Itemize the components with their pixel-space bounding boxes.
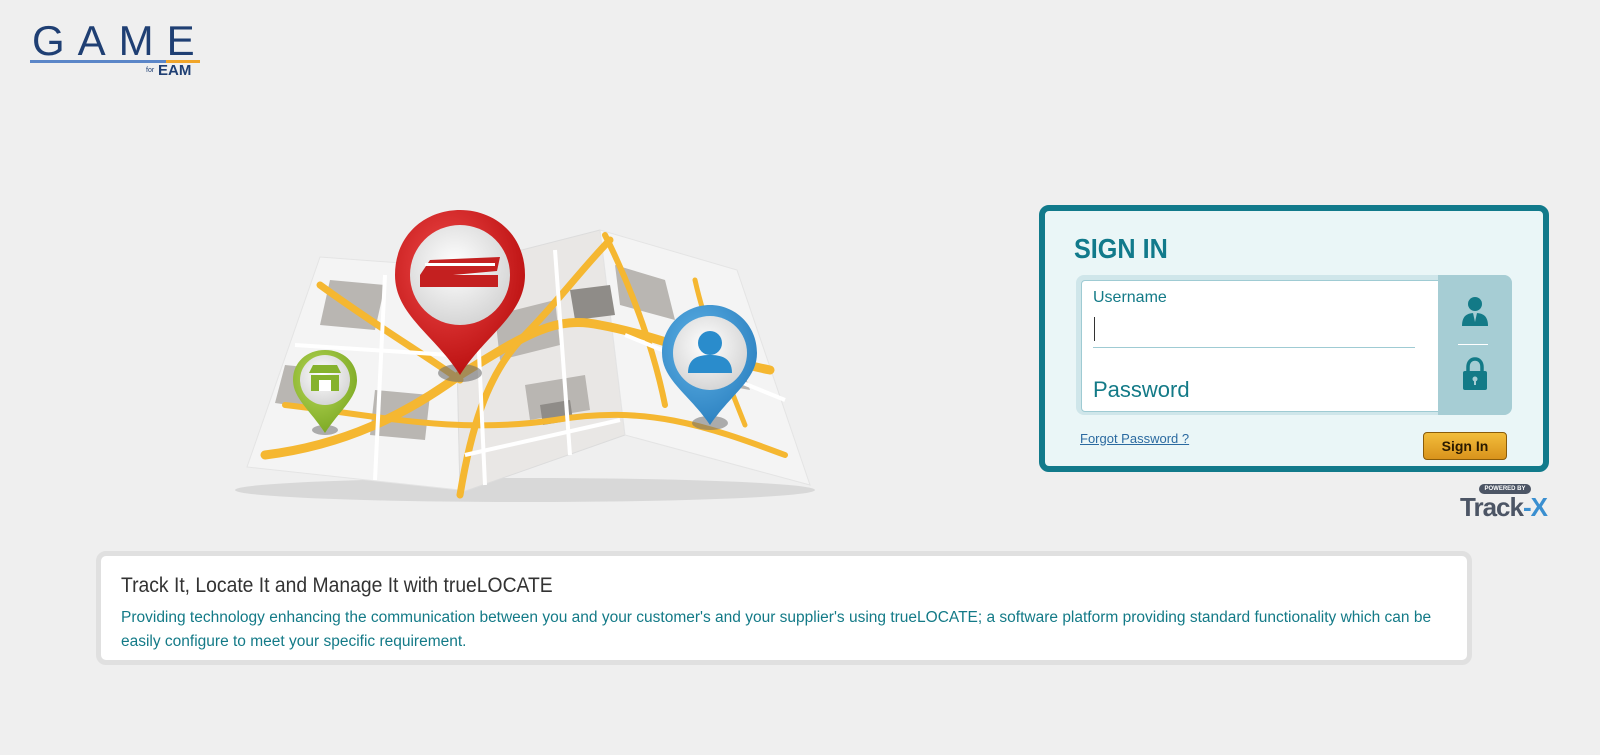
game-eam-logo: GAME for EAM [30,20,200,80]
field-icon-column [1438,275,1512,415]
info-title: Track It, Locate It and Manage It with t… [121,574,553,597]
powered-by-trackx: POWERED BY Track-X [1458,484,1550,524]
lock-icon [1463,357,1487,390]
info-text: Providing technology enhancing the commu… [121,609,1432,650]
logo-bar-blue [30,60,166,63]
trackx-x: -X [1522,492,1548,522]
forgot-password-link[interactable]: Forgot Password ? [1080,431,1189,446]
password-input[interactable]: Password [1093,377,1190,403]
text-caret [1094,317,1095,341]
shop-icon [309,365,341,391]
logo-for: for [146,67,155,74]
signin-panel: SIGN IN Username Password Forgot Passwor… [1039,205,1549,472]
trackx-logo: Track-X [1460,492,1548,523]
username-input[interactable] [1093,311,1415,348]
sign-in-button[interactable]: Sign In [1423,432,1507,460]
info-box: Track It, Locate It and Manage It with t… [96,551,1472,665]
signin-title: SIGN IN [1074,233,1168,264]
user-icon [1462,297,1488,326]
trackx-main: Track [1460,492,1524,522]
map-illustration [235,210,815,502]
credentials-box: Username Password [1076,275,1512,415]
icon-divider [1458,344,1488,345]
logo-eam: EAM [158,62,192,79]
logo-word: GAME [32,17,208,64]
username-label: Username [1093,289,1167,306]
credentials-fields: Username Password [1081,280,1440,412]
